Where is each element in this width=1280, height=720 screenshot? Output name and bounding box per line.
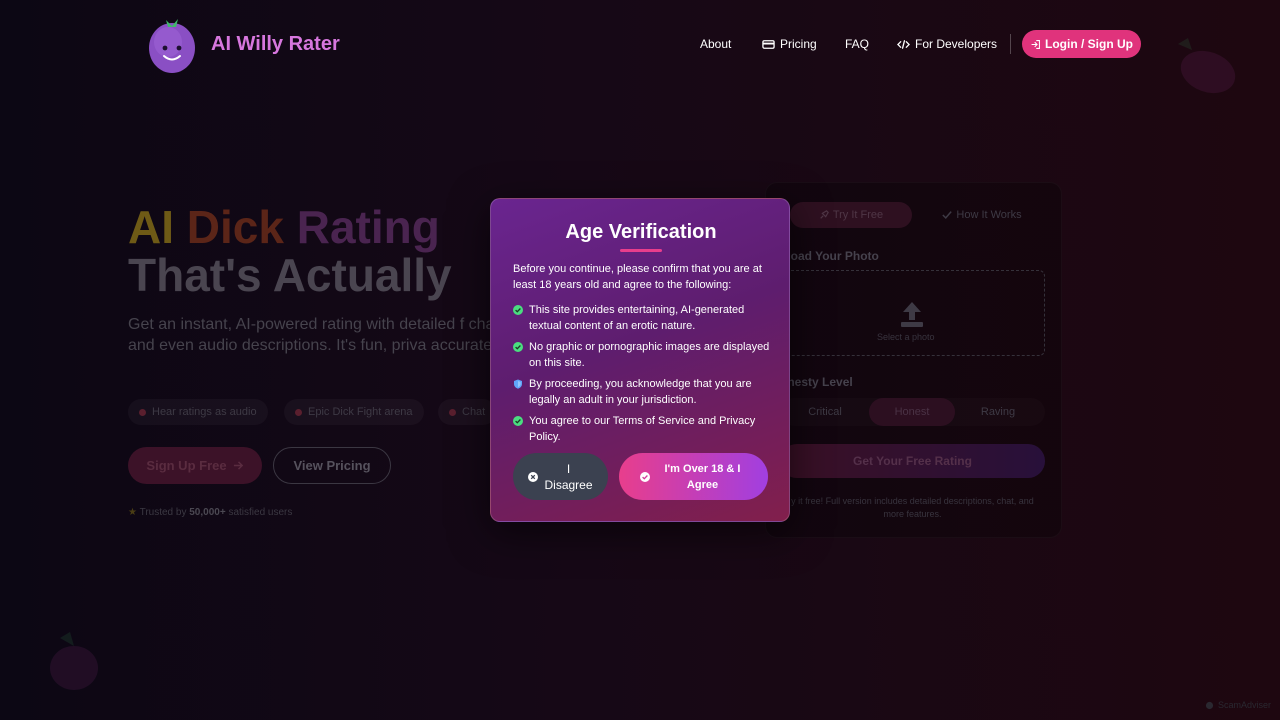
watermark-text: ScamAdviser: [1218, 700, 1272, 710]
card-note: y it free! Full version includes detaile…: [791, 496, 1034, 519]
hero-title-line2: That's Actually: [128, 249, 452, 301]
list-item: This site provides entertaining, AI-gene…: [513, 302, 771, 334]
hero-title-line1: AI Dick Rating: [128, 200, 440, 254]
upload-icon: [901, 302, 923, 327]
eggplant-decoration-icon: [1178, 38, 1236, 94]
get-free-rating-button[interactable]: Get Your Free Rating: [780, 444, 1045, 478]
eggplant-logo-icon[interactable]: [146, 14, 198, 74]
feature-chip-fight: Epic Dick Fight arena: [284, 399, 424, 425]
fist-icon: [295, 408, 302, 416]
trusted-suffix: satisfied users: [228, 507, 293, 518]
nav-divider: [1010, 34, 1011, 54]
trusted-count: 50,000+: [189, 507, 226, 518]
feature-chip-chat: Chat: [438, 399, 496, 425]
sign-up-free-button[interactable]: Sign Up Free: [128, 447, 262, 484]
list-item-text: This site provides entertaining, AI-gene…: [529, 304, 745, 332]
nav-faq-label: FAQ: [845, 37, 870, 51]
shield-logo-icon: [1205, 701, 1214, 709]
honesty-option-critical[interactable]: Critical: [782, 398, 868, 426]
list-item-text: No graphic or pornographic images are di…: [529, 341, 770, 369]
trusted-text: ★ Trusted by 50,000+ satisfied users: [128, 507, 292, 518]
rating-card: [765, 182, 1062, 538]
check-circle-icon: [639, 471, 650, 482]
honesty-option-raving[interactable]: Raving: [955, 398, 1041, 426]
disagree-label: I Disagree: [544, 461, 593, 492]
list-item-text: By proceeding, you acknowledge that you …: [529, 378, 752, 406]
nav-developers[interactable]: For Developers: [897, 37, 997, 51]
agree-button[interactable]: I'm Over 18 & I Agree: [619, 453, 768, 500]
credit-card-icon: [762, 39, 775, 49]
feature-chip-audio: Hear ratings as audio: [128, 399, 268, 425]
upload-label: Select a photo: [877, 332, 935, 342]
site-header: AI Willy Rater About Pricing FAQ For Dev…: [0, 0, 1280, 90]
feature-chip-label: Chat: [462, 406, 486, 418]
hero-subtitle: Get an instant, AI-powered rating with d…: [128, 316, 504, 354]
check-icon: [942, 211, 953, 220]
list-item: By proceeding, you acknowledge that you …: [513, 376, 771, 408]
sign-in-icon: [1031, 39, 1040, 49]
upload-title: pload Your Photo: [780, 249, 879, 263]
nav-developers-label: For Developers: [915, 37, 998, 51]
speaker-icon: [139, 408, 146, 416]
arrow-right-icon: [233, 461, 243, 470]
title-underline: [620, 249, 662, 252]
honesty-title: onesty Level: [780, 375, 853, 389]
check-circle-icon: [513, 342, 523, 352]
eggplant-decoration-icon: [50, 632, 98, 690]
modal-intro: Before you continue, please confirm that…: [513, 263, 762, 291]
tab-try-label: Try It Free: [832, 209, 884, 221]
tab-how-it-works[interactable]: How It Works: [922, 202, 1042, 228]
tab-try-it-free[interactable]: Try It Free: [790, 202, 912, 228]
age-verification-modal: Age Verification Before you continue, pl…: [490, 198, 790, 522]
login-signup-button[interactable]: Login / Sign Up: [1022, 30, 1141, 58]
agree-label: I'm Over 18 & I Agree: [664, 462, 741, 491]
get-free-rating-label: Get Your Free Rating: [853, 454, 972, 468]
nav-faq[interactable]: FAQ: [845, 37, 869, 51]
sign-up-free-label: Sign Up Free: [146, 458, 227, 473]
watermark: ScamAdviser: [1205, 700, 1271, 710]
hero-title-word-dick: Dick: [186, 201, 284, 253]
view-pricing-label: View Pricing: [293, 458, 371, 473]
check-circle-icon: [513, 305, 523, 315]
x-circle-icon: [527, 471, 538, 482]
star-icon: ★: [128, 507, 137, 518]
hero-title-word-ai: AI: [128, 201, 174, 253]
login-signup-label: Login / Sign Up: [1045, 37, 1133, 51]
nav-about-label: About: [700, 37, 732, 51]
list-item: You agree to our Terms of Service and Pr…: [513, 413, 771, 445]
code-icon: [897, 39, 910, 49]
hero-title-word-rating: Rating: [296, 201, 440, 253]
brand-name[interactable]: AI Willy Rater: [211, 33, 340, 56]
chat-icon: [449, 408, 456, 416]
check-circle-icon: [513, 416, 523, 426]
list-item-text: You agree to our Terms of Service and Pr…: [529, 415, 756, 443]
list-item: No graphic or pornographic images are di…: [513, 339, 771, 371]
rocket-icon: [820, 210, 829, 219]
nav-about[interactable]: About: [700, 37, 731, 51]
trusted-prefix: Trusted by: [139, 507, 187, 518]
honesty-option-honest[interactable]: Honest: [869, 398, 955, 426]
shield-icon: [514, 379, 522, 389]
feature-chip-label: Epic Dick Fight arena: [308, 406, 413, 418]
nav-pricing[interactable]: Pricing: [762, 37, 817, 51]
feature-chip-label: Hear ratings as audio: [152, 406, 257, 418]
nav-pricing-label: Pricing: [780, 37, 817, 51]
modal-title: Age Verification: [565, 221, 717, 243]
disagree-button[interactable]: I Disagree: [513, 453, 608, 500]
view-pricing-button[interactable]: View Pricing: [273, 447, 391, 484]
tab-how-label: How It Works: [956, 209, 1022, 221]
